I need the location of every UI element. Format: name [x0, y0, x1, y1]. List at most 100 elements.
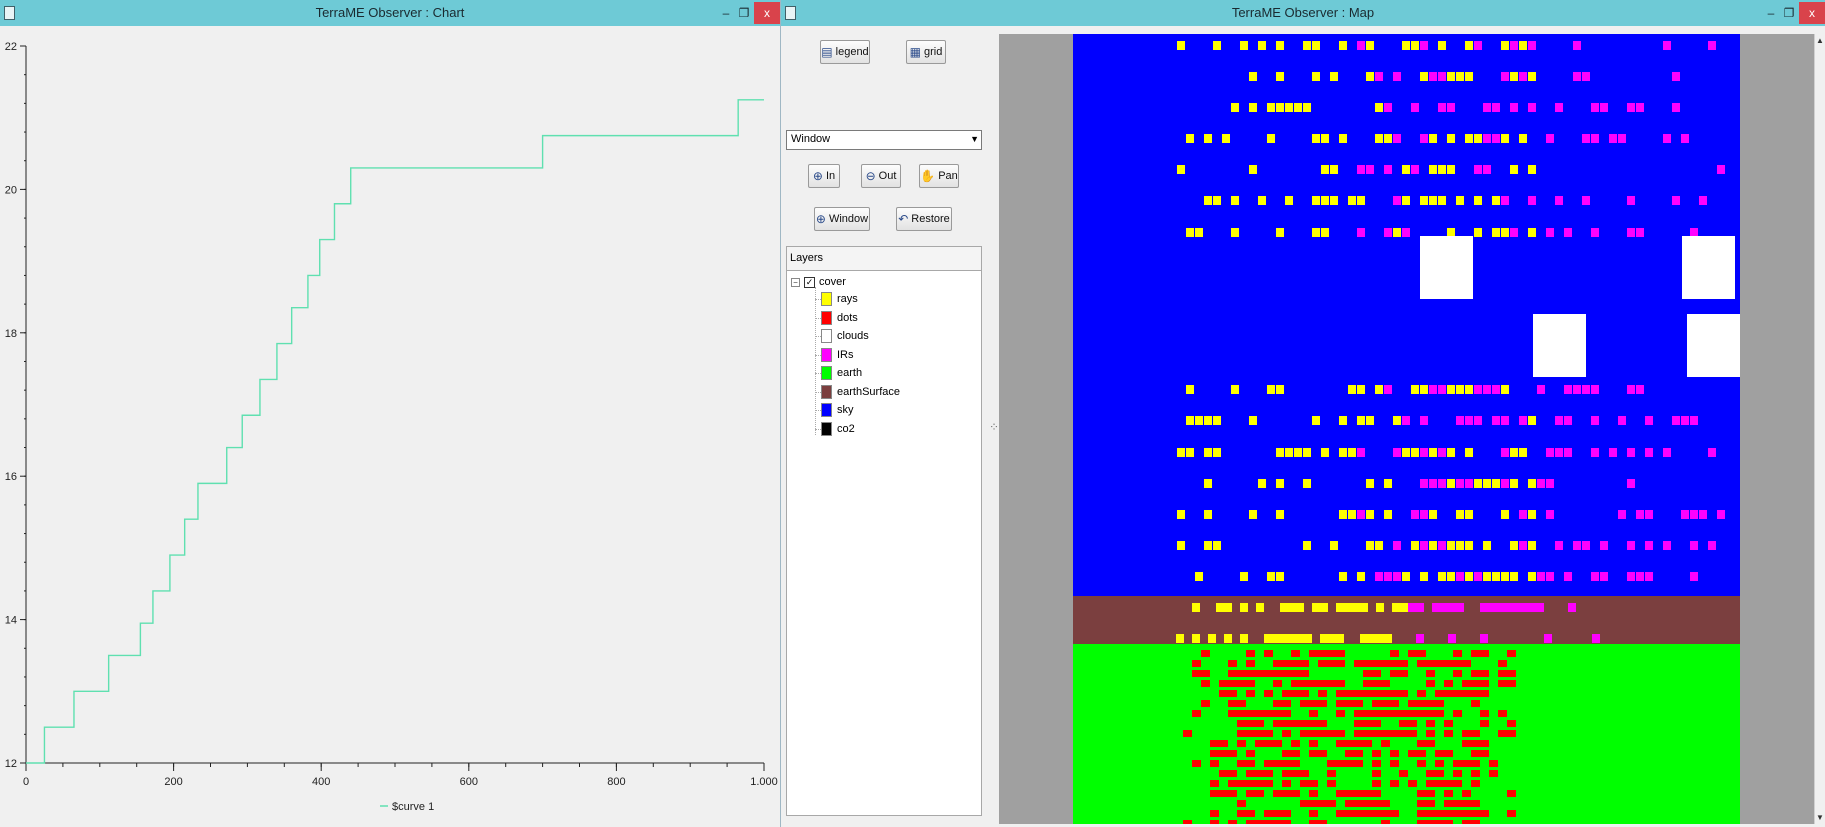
dot-cell: [1471, 780, 1480, 787]
layer-legend-item[interactable]: rays: [821, 291, 858, 307]
dot-cell: [1327, 780, 1336, 787]
dot-cell: [1471, 740, 1480, 747]
dot-cell: [1273, 700, 1282, 707]
splitter-handle[interactable]: ⁘: [989, 420, 999, 434]
zoom-out-button[interactable]: ⊖ Out: [861, 164, 901, 188]
ray-cell: [1249, 510, 1257, 519]
zoom-mode-select[interactable]: Window ▼: [786, 130, 982, 150]
checkbox-checked-icon[interactable]: ✓: [804, 276, 815, 288]
ray-cell: [1285, 196, 1293, 205]
minimize-button[interactable]: –: [1761, 3, 1781, 23]
ray-cell: [1204, 196, 1212, 205]
dot-cell: [1264, 760, 1273, 767]
dot-cell: [1237, 710, 1246, 717]
dot-cell: [1462, 680, 1471, 687]
dot-cell: [1354, 710, 1363, 717]
tree-guide-line: [815, 287, 816, 435]
scroll-up-icon[interactable]: ▲: [1816, 36, 1824, 45]
dot-cell: [1246, 750, 1255, 757]
ray-cell: [1456, 385, 1464, 394]
layer-legend-item[interactable]: sky: [821, 402, 854, 418]
dot-cell: [1489, 770, 1498, 777]
ir-cell: [1600, 103, 1608, 112]
ir-cell: [1416, 603, 1424, 612]
dot-cell: [1246, 660, 1255, 667]
hand-icon: ✋: [920, 169, 936, 183]
ir-cell: [1393, 572, 1401, 581]
dot-cell: [1471, 650, 1480, 657]
ray-cell: [1231, 103, 1239, 112]
dot-cell: [1408, 750, 1417, 757]
cloud-cell: [1687, 314, 1740, 377]
ir-cell: [1438, 103, 1446, 112]
layer-root-cover[interactable]: − ✓ cover: [791, 275, 846, 289]
dot-cell: [1336, 650, 1345, 657]
dot-cell: [1246, 680, 1255, 687]
dot-cell: [1210, 740, 1219, 747]
layer-legend-item[interactable]: IRs: [821, 347, 854, 363]
ir-cell: [1375, 72, 1383, 81]
map-view[interactable]: [999, 34, 1815, 824]
ray-cell: [1339, 416, 1347, 425]
dot-cell: [1345, 790, 1354, 797]
minimize-button[interactable]: –: [716, 3, 736, 23]
dot-cell: [1390, 750, 1399, 757]
layer-legend-item[interactable]: dots: [821, 310, 858, 326]
dot-cell: [1318, 700, 1327, 707]
layer-legend-item[interactable]: earthSurface: [821, 384, 900, 400]
ir-cell: [1402, 416, 1410, 425]
layer-legend-item[interactable]: co2: [821, 421, 855, 437]
dot-cell: [1372, 800, 1381, 807]
map-titlebar[interactable]: TerraME Observer : Map – ❐ x: [781, 0, 1825, 26]
dot-cell: [1183, 730, 1192, 737]
restore-view-button[interactable]: ↶ Restore: [896, 207, 952, 231]
ir-cell: [1384, 572, 1392, 581]
pan-button[interactable]: ✋ Pan: [919, 164, 959, 188]
dot-cell: [1309, 750, 1318, 757]
close-button[interactable]: x: [754, 2, 780, 24]
restore-button[interactable]: ❐: [1779, 3, 1799, 23]
ray-cell: [1320, 603, 1328, 612]
grid-button[interactable]: ▦ grid: [906, 40, 946, 64]
ir-cell: [1420, 510, 1428, 519]
dot-cell: [1237, 730, 1246, 737]
dot-cell: [1273, 670, 1282, 677]
ir-cell: [1504, 603, 1512, 612]
dot-cell: [1210, 810, 1219, 817]
collapse-icon[interactable]: −: [791, 277, 800, 287]
map-canvas[interactable]: [999, 34, 1815, 824]
close-button[interactable]: x: [1799, 2, 1825, 24]
layer-legend-label: sky: [837, 404, 854, 416]
dot-cell: [1435, 780, 1444, 787]
zoom-window-button[interactable]: ⊕ Window: [814, 207, 870, 231]
ray-cell: [1375, 103, 1383, 112]
dot-cell: [1381, 730, 1390, 737]
ray-cell: [1312, 416, 1320, 425]
zoom-in-button[interactable]: ⊕ In: [808, 164, 840, 188]
ray-cell: [1177, 41, 1185, 50]
ray-cell: [1204, 510, 1212, 519]
dot-cell: [1507, 730, 1516, 737]
dot-cell: [1264, 710, 1273, 717]
ir-cell: [1393, 448, 1401, 457]
dot-cell: [1237, 740, 1246, 747]
ray-cell: [1336, 634, 1344, 643]
legend-button-label: legend: [835, 46, 869, 58]
ray-cell: [1186, 416, 1194, 425]
dot-cell: [1498, 710, 1507, 717]
ir-cell: [1501, 196, 1509, 205]
layer-legend-item[interactable]: clouds: [821, 328, 869, 344]
dot-cell: [1381, 700, 1390, 707]
ray-cell: [1357, 385, 1365, 394]
scroll-down-icon[interactable]: ▼: [1816, 813, 1824, 822]
layer-legend-item[interactable]: earth: [821, 365, 862, 381]
legend-button[interactable]: ▤ legend: [820, 40, 870, 64]
dot-cell: [1390, 700, 1399, 707]
dot-cell: [1300, 720, 1309, 727]
restore-button[interactable]: ❐: [734, 3, 754, 23]
map-vertical-scrollbar[interactable]: ▲ ▼: [1814, 34, 1825, 824]
map-window-title: TerraME Observer : Map: [1231, 5, 1375, 20]
ray-cell: [1375, 385, 1383, 394]
dot-cell: [1201, 700, 1210, 707]
chart-titlebar[interactable]: TerraME Observer : Chart – ❐ x: [0, 0, 780, 26]
